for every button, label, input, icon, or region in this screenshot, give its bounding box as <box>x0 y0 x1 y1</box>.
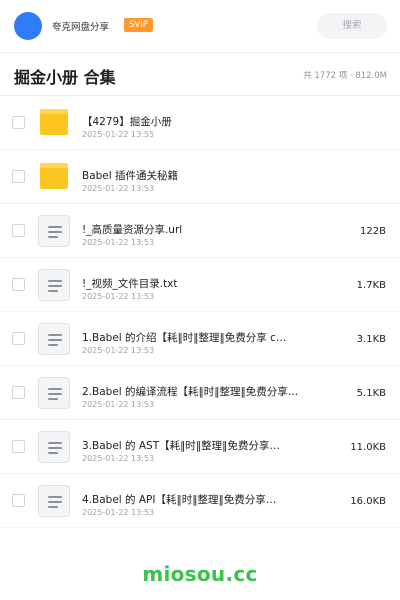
avatar[interactable] <box>14 12 42 40</box>
top-bar: 夸克网盘分享 SVIP 搜索 <box>0 0 400 52</box>
folder-icon <box>38 161 70 193</box>
file-list: 【4279】掘金小册 2025-01-22 13:55 Babel 插件通关秘籍 20… <box>0 96 400 528</box>
file-date: 2025-01-22 13:53 <box>82 508 155 517</box>
file-row[interactable]: 1.Babel 的介绍【耗‖时‖整理‖免费分享 c… 2025-01-22 13:… <box>0 312 400 366</box>
file-date: 2025-01-22 13:53 <box>82 292 155 301</box>
file-name[interactable]: !_视频_文件目录.txt <box>82 276 316 291</box>
select-checkbox[interactable] <box>12 386 25 399</box>
file-name[interactable]: 【4279】掘金小册 <box>82 114 316 129</box>
file-name[interactable]: 1.Babel 的介绍【耗‖时‖整理‖免费分享 c… <box>82 330 316 345</box>
document-icon <box>38 485 70 517</box>
file-size: 122B <box>360 226 386 237</box>
document-icon <box>38 269 70 301</box>
file-row[interactable]: 2.Babel 的编译流程【耗‖时‖整理‖免费分享… 2025-01-22 13:… <box>0 366 400 420</box>
file-date: 2025-01-22 13:53 <box>82 238 155 247</box>
document-icon <box>38 323 70 355</box>
document-icon <box>38 431 70 463</box>
search-button[interactable]: 搜索 <box>317 13 387 39</box>
select-checkbox[interactable] <box>12 278 25 291</box>
select-checkbox[interactable] <box>12 332 25 345</box>
sharer-name: 夸克网盘分享 <box>52 22 110 33</box>
document-icon <box>38 377 70 409</box>
file-name[interactable]: 2.Babel 的编译流程【耗‖时‖整理‖免费分享… <box>82 384 316 399</box>
file-date: 2025-01-22 13:53 <box>82 346 155 355</box>
watermark: miosou.cc <box>142 562 258 586</box>
file-size: 1.7KB <box>356 280 386 291</box>
file-row[interactable]: 4.Babel 的 API【耗‖时‖整理‖免费分享… 2025-01-22 13:… <box>0 474 400 528</box>
folder-icon <box>38 107 70 139</box>
file-size: 11.0KB <box>350 442 386 453</box>
file-row[interactable]: 【4279】掘金小册 2025-01-22 13:55 <box>0 96 400 150</box>
file-name[interactable]: !_高质量资源分享.url <box>82 222 316 237</box>
file-size: 5.1KB <box>356 388 386 399</box>
svip-badge: SVIP <box>124 18 153 32</box>
file-date: 2025-01-22 13:55 <box>82 130 155 139</box>
select-checkbox[interactable] <box>12 494 25 507</box>
select-checkbox[interactable] <box>12 170 25 183</box>
select-checkbox[interactable] <box>12 224 25 237</box>
folder-meta: 共 1772 项 · 812.0M <box>303 71 387 81</box>
select-checkbox[interactable] <box>12 440 25 453</box>
file-row[interactable]: !_视频_文件目录.txt 2025-01-22 13:53 1.7KB <box>0 258 400 312</box>
file-date: 2025-01-22 13:53 <box>82 184 155 193</box>
page-title: 掘金小册 合集 <box>14 68 116 87</box>
file-row[interactable]: 3.Babel 的 AST【耗‖时‖整理‖免费分享… 2025-01-22 13:… <box>0 420 400 474</box>
file-date: 2025-01-22 13:53 <box>82 454 155 463</box>
file-date: 2025-01-22 13:53 <box>82 400 155 409</box>
file-row[interactable]: !_高质量资源分享.url 2025-01-22 13:53 122B <box>0 204 400 258</box>
file-name[interactable]: 3.Babel 的 AST【耗‖时‖整理‖免费分享… <box>82 438 316 453</box>
document-icon <box>38 215 70 247</box>
file-row[interactable]: Babel 插件通关秘籍 2025-01-22 13:53 <box>0 150 400 204</box>
select-checkbox[interactable] <box>12 116 25 129</box>
file-name[interactable]: 4.Babel 的 API【耗‖时‖整理‖免费分享… <box>82 492 316 507</box>
file-name[interactable]: Babel 插件通关秘籍 <box>82 168 316 183</box>
file-size: 3.1KB <box>356 334 386 345</box>
divider <box>0 52 400 53</box>
file-size: 16.0KB <box>350 496 386 507</box>
